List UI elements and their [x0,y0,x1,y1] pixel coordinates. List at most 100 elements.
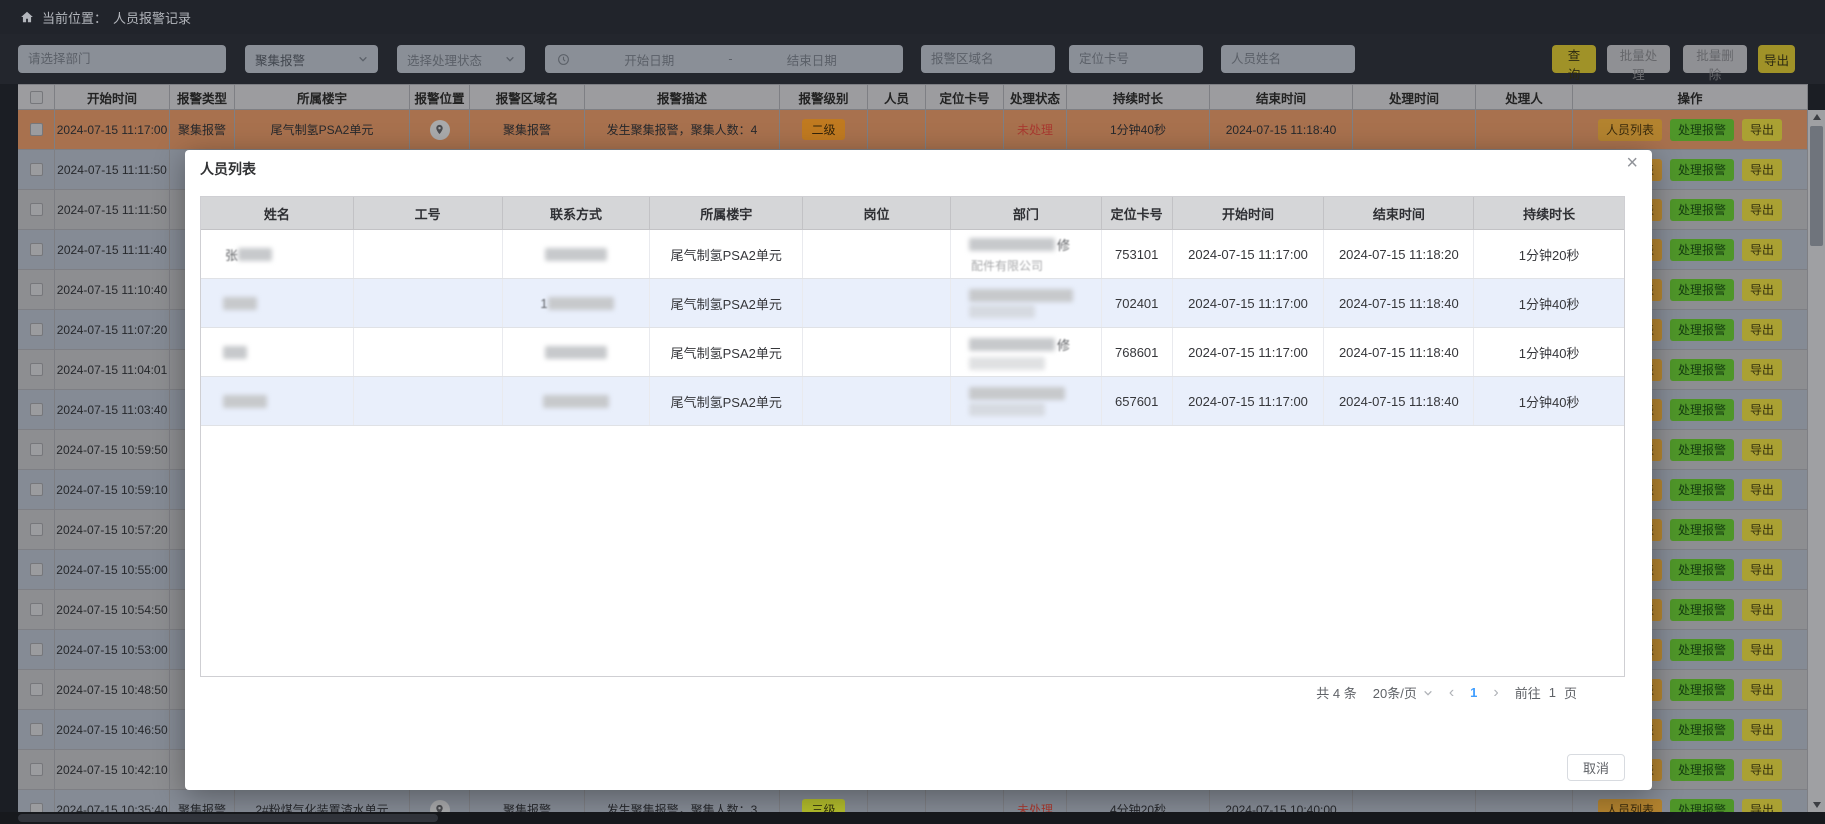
column-header: 结束时间 [1210,84,1353,110]
export-row-button[interactable]: 导出 [1742,639,1782,661]
row-checkbox[interactable] [30,563,43,576]
card-number-input[interactable] [1069,45,1203,73]
cell-process-time [1353,110,1476,150]
area-name-input[interactable] [921,45,1055,73]
goto-page-value[interactable]: 1 [1549,685,1556,700]
current-page[interactable]: 1 [1470,685,1477,700]
row-checkbox[interactable] [30,283,43,296]
status-select[interactable]: 选择处理状态 [397,45,525,73]
export-row-button[interactable]: 导出 [1742,399,1782,421]
export-row-button[interactable]: 导出 [1742,439,1782,461]
scrollbar-thumb[interactable] [1810,126,1823,246]
export-row-button[interactable]: 导出 [1742,199,1782,221]
cell-area-name: 聚集报警 [470,110,585,150]
row-checkbox[interactable] [30,443,43,456]
export-row-button[interactable]: 导出 [1742,119,1782,141]
export-row-button[interactable]: 导出 [1742,599,1782,621]
export-row-button[interactable]: 导出 [1742,359,1782,381]
export-row-button[interactable]: 导出 [1742,719,1782,741]
process-alarm-button[interactable]: 处理报警 [1670,399,1734,421]
export-row-button[interactable]: 导出 [1742,559,1782,581]
row-checkbox[interactable] [30,163,43,176]
row-checkbox-cell [18,310,55,350]
alarm-type-value: 聚集报警 [255,50,358,69]
process-alarm-button[interactable]: 处理报警 [1670,759,1734,781]
personnel-table-header: 姓名工号联系方式所属楼宇岗位部门定位卡号开始时间结束时间持续时长 [201,197,1624,230]
alarm-type-select[interactable]: 聚集报警 [245,45,378,73]
process-alarm-button[interactable]: 处理报警 [1670,559,1734,581]
chevron-left-icon[interactable]: ‹ [1449,684,1454,702]
process-alarm-button[interactable]: 处理报警 [1670,599,1734,621]
modal-title: 人员列表 [200,159,256,179]
chevron-right-icon[interactable]: › [1493,684,1498,702]
export-row-button[interactable]: 导出 [1742,279,1782,301]
cell-contact [503,230,651,278]
location-pin-icon[interactable] [430,120,450,140]
cell-end-time: 2024-07-15 11:18:40 [1324,328,1474,376]
batch-process-button[interactable]: 批量处理 [1607,45,1670,73]
vertical-scrollbar[interactable] [1808,110,1825,812]
process-alarm-button[interactable]: 处理报警 [1670,359,1734,381]
select-all-checkbox[interactable] [30,91,43,104]
row-checkbox[interactable] [30,483,43,496]
cancel-button[interactable]: 取消 [1567,754,1625,781]
cell-building: 尾气制氢PSA2单元 [650,377,803,425]
row-checkbox[interactable] [30,123,43,136]
row-checkbox[interactable] [30,763,43,776]
process-alarm-button[interactable]: 处理报警 [1670,279,1734,301]
process-alarm-button[interactable]: 处理报警 [1670,719,1734,741]
export-row-button[interactable]: 导出 [1742,479,1782,501]
process-alarm-button[interactable]: 处理报警 [1670,319,1734,341]
row-checkbox[interactable] [30,403,43,416]
row-checkbox[interactable] [30,323,43,336]
row-checkbox[interactable] [30,203,43,216]
row-checkbox[interactable] [30,363,43,376]
export-button[interactable]: 导出 [1758,45,1795,73]
cell-card-no: 702401 [1102,279,1173,327]
row-checkbox[interactable] [30,603,43,616]
process-alarm-button[interactable]: 处理报警 [1670,239,1734,261]
date-range-picker[interactable]: 开始日期 - 结束日期 [545,45,903,73]
row-checkbox-cell [18,270,55,310]
export-row-button[interactable]: 导出 [1742,239,1782,261]
cell-alarm-location [410,110,470,150]
query-button[interactable]: 查询 [1552,45,1596,73]
process-alarm-button[interactable]: 处理报警 [1670,159,1734,181]
export-row-button[interactable]: 导出 [1742,159,1782,181]
row-checkbox-cell [18,230,55,270]
scroll-up-button[interactable] [1808,110,1825,124]
process-alarm-button[interactable]: 处理报警 [1670,679,1734,701]
process-alarm-button[interactable]: 处理报警 [1670,119,1734,141]
process-alarm-button[interactable]: 处理报警 [1670,519,1734,541]
horizontal-scrollbar-thumb[interactable] [18,814,438,822]
batch-delete-button[interactable]: 批量删除 [1683,45,1747,73]
personnel-list-button[interactable]: 人员列表 [1598,119,1662,141]
cell-building: 尾气制氢PSA2单元 [650,279,803,327]
row-checkbox[interactable] [30,643,43,656]
export-row-button[interactable]: 导出 [1742,519,1782,541]
page-size-select[interactable]: 20条/页 [1373,683,1433,702]
export-row-button[interactable]: 导出 [1742,319,1782,341]
cell-start-time: 2024-07-15 10:42:10 [55,750,170,790]
cell-employee-no [354,279,503,327]
row-checkbox[interactable] [30,243,43,256]
cell-start-time: 2024-07-15 11:17:00 [1173,328,1325,376]
row-checkbox[interactable] [30,523,43,536]
process-alarm-button[interactable]: 处理报警 [1670,639,1734,661]
department-input[interactable] [18,45,226,73]
cell-start-time: 2024-07-15 10:55:00 [55,550,170,590]
row-checkbox[interactable] [30,683,43,696]
scroll-down-button[interactable] [1808,798,1825,812]
person-name-input[interactable] [1221,45,1355,73]
process-alarm-button[interactable]: 处理报警 [1670,199,1734,221]
column-header: 定位卡号 [1102,197,1173,230]
process-alarm-button[interactable]: 处理报警 [1670,439,1734,461]
export-row-button[interactable]: 导出 [1742,759,1782,781]
process-alarm-button[interactable]: 处理报警 [1670,479,1734,501]
close-icon[interactable]: × [1626,152,1638,175]
row-checkbox[interactable] [30,723,43,736]
contact-hint: 1 [540,296,547,311]
horizontal-scrollbar[interactable] [0,812,1825,824]
export-row-button[interactable]: 导出 [1742,679,1782,701]
row-checkbox-cell [18,390,55,430]
